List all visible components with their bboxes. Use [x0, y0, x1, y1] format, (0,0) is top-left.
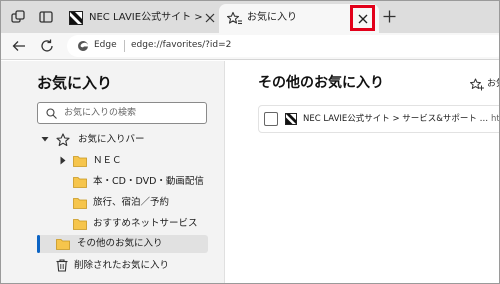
tree-item-other-favorites[interactable]: その他のお気に入り — [37, 235, 208, 253]
close-tab-button[interactable] — [350, 5, 375, 31]
back-arrow-icon[interactable] — [11, 38, 27, 54]
folder-icon — [73, 219, 87, 230]
close-icon — [358, 14, 368, 24]
tree-item-label: おすすめネットサービス — [93, 218, 198, 229]
tree-item-label: お気に入りバー — [78, 134, 145, 145]
folder-icon — [56, 239, 70, 250]
refresh-icon[interactable] — [39, 38, 55, 54]
edge-logo-icon — [78, 40, 88, 51]
tree-item-label: その他のお気に入り — [77, 238, 163, 249]
favorites-star-icon — [227, 11, 242, 25]
tree-item-deleted-favorites[interactable]: 削除されたお気に入り — [56, 257, 211, 275]
address-bar[interactable]: Edge edge://favorites/?id=2 — [67, 35, 499, 57]
tab-title: お気に入り — [247, 12, 297, 23]
new-tab-icon[interactable] — [383, 10, 396, 23]
favorite-url: htt — [491, 114, 500, 124]
tab-title: NEC LAVIE公式サイト > サービス&サポート > ホーム — [89, 12, 203, 23]
search-box[interactable] — [37, 102, 207, 124]
site-label: Edge — [94, 40, 117, 50]
tab-strip: NEC LAVIE公式サイト > サービス&サポート > ホーム お気に入り — [1, 1, 499, 33]
row-checkbox[interactable] — [264, 112, 278, 126]
vertical-tabs-icon[interactable] — [38, 9, 54, 25]
search-icon — [46, 108, 57, 119]
url-text[interactable]: edge://favorites/?id=2 — [131, 39, 231, 52]
sidebar-title: お気に入り — [37, 74, 113, 92]
favorites-sidebar: お気に入り お気に入りバー — [1, 61, 225, 283]
favorites-page: お気に入り お気に入りバー — [1, 61, 500, 283]
close-icon[interactable] — [205, 13, 215, 23]
tree-item-favorites-bar[interactable]: お気に入りバー — [41, 131, 211, 149]
tree-item-label: ＮＥＣ — [93, 155, 122, 166]
trash-icon — [56, 259, 68, 272]
chevron-down-icon[interactable] — [41, 135, 49, 143]
folder-icon — [73, 156, 87, 167]
tree-item-label: 旅行、宿泊／予約 — [93, 197, 170, 208]
tree-item-nec[interactable]: ＮＥＣ — [59, 152, 209, 170]
workspaces-icon[interactable] — [10, 9, 26, 25]
address-divider — [124, 40, 125, 52]
browser-window: NEC LAVIE公式サイト > サービス&サポート > ホーム お気に入り — [0, 0, 500, 284]
add-favorite-label: お気 — [487, 79, 499, 89]
tree-item-label: 削除されたお気に入り — [74, 260, 170, 271]
section-title: その他のお気に入り — [258, 75, 384, 91]
address-toolbar: Edge edge://favorites/?id=2 — [1, 33, 499, 60]
favorites-main: その他のお気に入り お気 NEC LAVIE公式サイト > サービス&サポート … — [226, 61, 500, 283]
star-icon — [56, 133, 70, 147]
folder-icon — [73, 177, 87, 188]
tab-nec-lavie[interactable]: NEC LAVIE公式サイト > サービス&サポート > ホーム — [61, 4, 219, 33]
add-favorite-icon — [470, 78, 484, 91]
folder-icon — [73, 198, 87, 209]
tree-item-books-cd-dvd[interactable]: 本・CD・DVD・動画配信 — [73, 173, 213, 191]
nec-favicon-icon — [69, 11, 83, 25]
nec-favicon-icon — [285, 113, 297, 125]
tree-item-travel[interactable]: 旅行、宿泊／予約 — [73, 194, 213, 212]
tree-item-label: 本・CD・DVD・動画配信 — [93, 176, 204, 187]
favorite-title[interactable]: NEC LAVIE公式サイト > サービス&サポート > ホ… — [303, 113, 489, 125]
tree-item-recommended-services[interactable]: おすすめネットサービス — [73, 215, 213, 233]
selection-indicator — [37, 235, 40, 253]
favorite-row[interactable]: NEC LAVIE公式サイト > サービス&サポート > ホ… htt — [258, 105, 500, 133]
search-input[interactable] — [64, 106, 204, 120]
chevron-right-icon[interactable] — [59, 156, 67, 165]
